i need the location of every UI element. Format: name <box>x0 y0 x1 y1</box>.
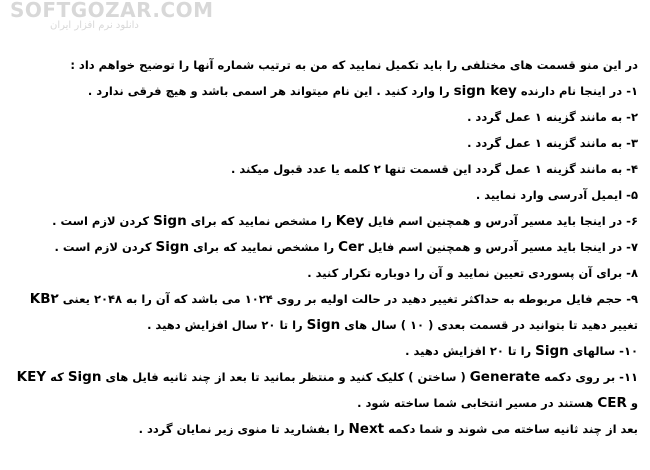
text-run: ۵- ایمیل آدرسی وارد نمایید . <box>475 188 638 202</box>
text-run: ۶- در اینجا باید مسیر آدرس و همچنین اسم … <box>363 214 638 228</box>
text-run: و <box>626 396 638 410</box>
latin-term: Sign <box>535 343 569 359</box>
instruction-paragraph: ۲- به مانند گزینه ۱ عمل گردد . <box>12 104 638 130</box>
text-run: را مشخص نمایید که برای <box>186 214 336 228</box>
instruction-paragraph: ۱- در اینجا نام دارنده sign key را وارد … <box>12 78 638 104</box>
instruction-paragraph: ۳- به مانند گزینه ۱ عمل گردد . <box>12 130 638 156</box>
instruction-paragraph: ۹- حجم فایل مربوطه به حداکثر تغییر دهید … <box>12 286 638 338</box>
document-page: { "watermark": { "brand": "SOFTGOZAR.COM… <box>0 0 650 470</box>
latin-term: Key <box>335 213 364 229</box>
text-run: ۱۰- سالهای <box>568 344 638 358</box>
latin-term: CER <box>597 395 627 411</box>
instruction-paragraph: ۶- در اینجا باید مسیر آدرس و همچنین اسم … <box>12 208 638 234</box>
instruction-paragraph: ۴- به مانند گزینه ۱ عمل گردد این قسمت تن… <box>12 156 638 182</box>
instruction-paragraph: ۱۱- بر روی دکمه Generate ( ساختن ) کلیک … <box>12 364 638 416</box>
text-run: را تا ۲۰ افزایش دهید . <box>405 344 536 358</box>
latin-term: Sign <box>306 317 341 333</box>
text-run: را وارد کنید . این نام میتواند هر اسمی ب… <box>87 84 454 98</box>
text-run: که <box>46 370 68 384</box>
text-run: تغییر دهید تا بتوانید در قسمت بعدی ( ۱۰ … <box>340 318 638 332</box>
instructions-text: در این منو قسمت های مختلفی را باید تکمیل… <box>12 52 638 442</box>
text-run: را بفشارید تا منوی زیر نمایان گردد . <box>138 422 349 436</box>
latin-term: KB۲ <box>29 291 59 307</box>
text-run: ۱۱- بر روی دکمه <box>540 370 638 384</box>
latin-term: Cer <box>338 239 364 255</box>
instruction-paragraph: ۵- ایمیل آدرسی وارد نمایید . <box>12 182 638 208</box>
instruction-paragraph: ۷- در اینجا باید مسیر آدرس و همچنین اسم … <box>12 234 638 260</box>
text-run: کردن لازم است . <box>52 214 154 228</box>
latin-term: Sign <box>67 369 102 385</box>
text-run: ۲- به مانند گزینه ۱ عمل گردد . <box>467 110 638 124</box>
text-run: را تا ۲۰ سال افزایش دهید . <box>147 318 307 332</box>
intro-paragraph: در این منو قسمت های مختلفی را باید تکمیل… <box>12 52 638 78</box>
text-run: ۷- در اینجا باید مسیر آدرس و همچنین اسم … <box>363 240 638 254</box>
site-watermark: SOFTGOZAR.COM دانلود نرم افزار ایران <box>10 0 240 32</box>
text-run: ۹- حجم فایل مربوطه به حداکثر تغییر دهید … <box>58 292 638 306</box>
text-run: ۳- به مانند گزینه ۱ عمل گردد . <box>467 136 638 150</box>
instruction-paragraph: ۱۰- سالهای Sign را تا ۲۰ افزایش دهید . <box>12 338 638 364</box>
latin-term: Sign <box>155 239 190 255</box>
text-run: در این منو قسمت های مختلفی را باید تکمیل… <box>70 58 638 72</box>
instruction-paragraph: بعد از چند ثانیه ساخته می شوند و شما دکم… <box>12 416 638 442</box>
text-run: ۴- به مانند گزینه ۱ عمل گردد این قسمت تن… <box>230 162 638 176</box>
latin-term: Sign <box>153 213 187 229</box>
latin-term: sign key <box>453 83 517 99</box>
text-run: بعد از چند ثانیه ساخته می شوند و شما دکم… <box>384 422 638 436</box>
latin-term: Next <box>348 421 385 437</box>
text-run: هستند در مسیر انتخابی شما ساخته شود . <box>357 396 598 410</box>
latin-term: Generate <box>469 369 541 385</box>
latin-term: KEY <box>16 369 47 385</box>
text-run: را مشخص نمایید که برای <box>189 240 339 254</box>
text-run: ( ساختن ) کلیک کنید و منتظر بمانید تا بع… <box>101 370 470 384</box>
text-run: ۸- برای آن پسوردی تعیین نمایید و آن را د… <box>307 266 638 280</box>
watermark-tagline: دانلود نرم افزار ایران <box>50 20 139 31</box>
instruction-paragraph: ۸- برای آن پسوردی تعیین نمایید و آن را د… <box>12 260 638 286</box>
watermark-brand: SOFTGOZAR.COM <box>10 0 214 22</box>
text-run: ۱- در اینجا نام دارنده <box>516 84 638 98</box>
text-run: کردن لازم است . <box>54 240 156 254</box>
